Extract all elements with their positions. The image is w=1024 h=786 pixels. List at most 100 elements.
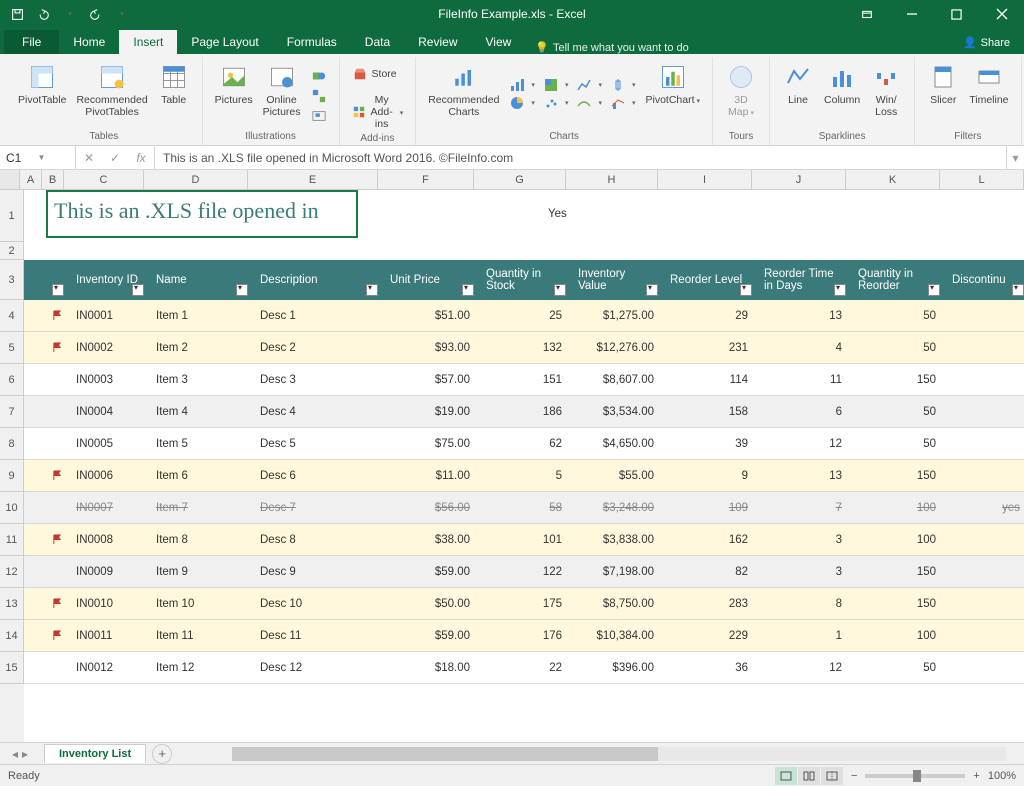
- cell[interactable]: 7: [756, 502, 850, 514]
- filter-button[interactable]: [1012, 284, 1024, 296]
- row-header-15[interactable]: 15: [0, 652, 24, 684]
- tab-home[interactable]: Home: [59, 30, 119, 54]
- formula-input[interactable]: This is an .XLS file opened in Microsoft…: [155, 146, 1006, 169]
- tab-data[interactable]: Data: [351, 30, 404, 54]
- slicer-button[interactable]: Slicer: [923, 59, 963, 129]
- header-cell[interactable]: Name: [148, 260, 252, 300]
- cell[interactable]: Desc 6: [252, 470, 382, 482]
- screenshot-button[interactable]: [307, 107, 331, 125]
- row-header-1[interactable]: 1: [0, 190, 24, 242]
- rec-charts-button[interactable]: Recommended Charts: [424, 59, 503, 129]
- row-header-10[interactable]: 10: [0, 492, 24, 524]
- cell[interactable]: $3,838.00: [570, 534, 662, 546]
- chart-stat-button[interactable]: [606, 76, 640, 94]
- cell[interactable]: Desc 1: [252, 310, 382, 322]
- title-cell[interactable]: This is an .XLS file opened in: [46, 190, 358, 238]
- cell[interactable]: 50: [850, 406, 944, 418]
- cell[interactable]: 122: [478, 566, 570, 578]
- cell[interactable]: 100: [850, 630, 944, 642]
- cell[interactable]: Item 6: [148, 470, 252, 482]
- cell[interactable]: $7,198.00: [570, 566, 662, 578]
- header-cell[interactable]: Reorder Level: [662, 260, 756, 300]
- cell[interactable]: IN0010: [68, 598, 148, 610]
- chart-surface-button[interactable]: [572, 94, 606, 112]
- maximize-button[interactable]: [934, 0, 979, 28]
- filter-button[interactable]: [462, 284, 474, 296]
- col-header-I[interactable]: I: [658, 170, 752, 189]
- cell[interactable]: Desc 8: [252, 534, 382, 546]
- cell[interactable]: 39: [662, 438, 756, 450]
- sparkline-line-button[interactable]: Line: [778, 59, 818, 129]
- cell[interactable]: IN0001: [68, 310, 148, 322]
- table-row[interactable]: IN0005Item 5Desc 5$75.0062$4,650.0039125…: [24, 428, 1024, 460]
- undo-dropdown[interactable]: [58, 3, 80, 25]
- timeline-button[interactable]: Timeline: [965, 59, 1012, 129]
- cell[interactable]: 82: [662, 566, 756, 578]
- tab-formulas[interactable]: Formulas: [273, 30, 351, 54]
- cell[interactable]: 13: [756, 470, 850, 482]
- cell[interactable]: 50: [850, 310, 944, 322]
- header-cell[interactable]: Quantity in Stock: [478, 260, 570, 300]
- col-header-C[interactable]: C: [64, 170, 144, 189]
- cell[interactable]: $3,248.00: [570, 502, 662, 514]
- cell[interactable]: $4,650.00: [570, 438, 662, 450]
- cell[interactable]: 36: [662, 662, 756, 674]
- cell[interactable]: Item 10: [148, 598, 252, 610]
- cell[interactable]: Item 1: [148, 310, 252, 322]
- cell[interactable]: 158: [662, 406, 756, 418]
- cell[interactable]: 29: [662, 310, 756, 322]
- cell[interactable]: 25: [478, 310, 570, 322]
- pivotchart-button[interactable]: PivotChart: [641, 59, 704, 129]
- cell[interactable]: 13: [756, 310, 850, 322]
- cell[interactable]: 231: [662, 342, 756, 354]
- tab-file[interactable]: File: [4, 30, 59, 54]
- tab-view[interactable]: View: [472, 30, 526, 54]
- cancel-formula-button[interactable]: ✕: [76, 146, 102, 169]
- 3d-map-button[interactable]: 3D Map: [721, 59, 761, 129]
- pivottable-button[interactable]: PivotTable: [14, 59, 70, 129]
- online-pictures-button[interactable]: Online Pictures: [259, 59, 305, 129]
- cell[interactable]: 50: [850, 662, 944, 674]
- qat-customize[interactable]: [110, 3, 132, 25]
- col-header-J[interactable]: J: [752, 170, 846, 189]
- cell[interactable]: Desc 2: [252, 342, 382, 354]
- cell[interactable]: IN0006: [68, 470, 148, 482]
- cell[interactable]: IN0012: [68, 662, 148, 674]
- cell[interactable]: Desc 12: [252, 662, 382, 674]
- undo-button[interactable]: [32, 3, 54, 25]
- cell[interactable]: 101: [478, 534, 570, 546]
- chart-line-button[interactable]: [572, 76, 606, 94]
- col-header-L[interactable]: L: [940, 170, 1024, 189]
- header-cell[interactable]: Quantity in Reorder: [850, 260, 944, 300]
- cell[interactable]: 283: [662, 598, 756, 610]
- cell[interactable]: $11.00: [382, 470, 478, 482]
- cell[interactable]: Desc 3: [252, 374, 382, 386]
- cell[interactable]: Item 9: [148, 566, 252, 578]
- table-row[interactable]: IN0004Item 4Desc 4$19.00186$3,534.001586…: [24, 396, 1024, 428]
- cell[interactable]: $8,750.00: [570, 598, 662, 610]
- cell[interactable]: 100: [850, 534, 944, 546]
- ribbon-options-button[interactable]: [844, 0, 889, 28]
- row-header-3[interactable]: 3: [0, 260, 24, 300]
- tab-insert[interactable]: Insert: [119, 30, 177, 54]
- cell[interactable]: $59.00: [382, 630, 478, 642]
- cell[interactable]: 176: [478, 630, 570, 642]
- cell[interactable]: Desc 5: [252, 438, 382, 450]
- cell[interactable]: Item 5: [148, 438, 252, 450]
- cell[interactable]: IN0005: [68, 438, 148, 450]
- cell[interactable]: $55.00: [570, 470, 662, 482]
- cell[interactable]: $1,275.00: [570, 310, 662, 322]
- table-row[interactable]: IN0009Item 9Desc 9$59.00122$7,198.008231…: [24, 556, 1024, 588]
- filter-button[interactable]: [646, 284, 658, 296]
- header-cell[interactable]: Unit Price: [382, 260, 478, 300]
- header-cell[interactable]: Discontinu: [944, 260, 1024, 300]
- cell[interactable]: 150: [850, 470, 944, 482]
- cell[interactable]: 100: [850, 502, 944, 514]
- cell[interactable]: 150: [850, 374, 944, 386]
- row-header-7[interactable]: 7: [0, 396, 24, 428]
- cell[interactable]: 132: [478, 342, 570, 354]
- table-row[interactable]: IN0012Item 12Desc 12$18.0022$396.0036125…: [24, 652, 1024, 684]
- filter-button[interactable]: [132, 284, 144, 296]
- cell[interactable]: Item 8: [148, 534, 252, 546]
- table-row[interactable]: IN0001Item 1Desc 1$51.0025$1,275.0029135…: [24, 300, 1024, 332]
